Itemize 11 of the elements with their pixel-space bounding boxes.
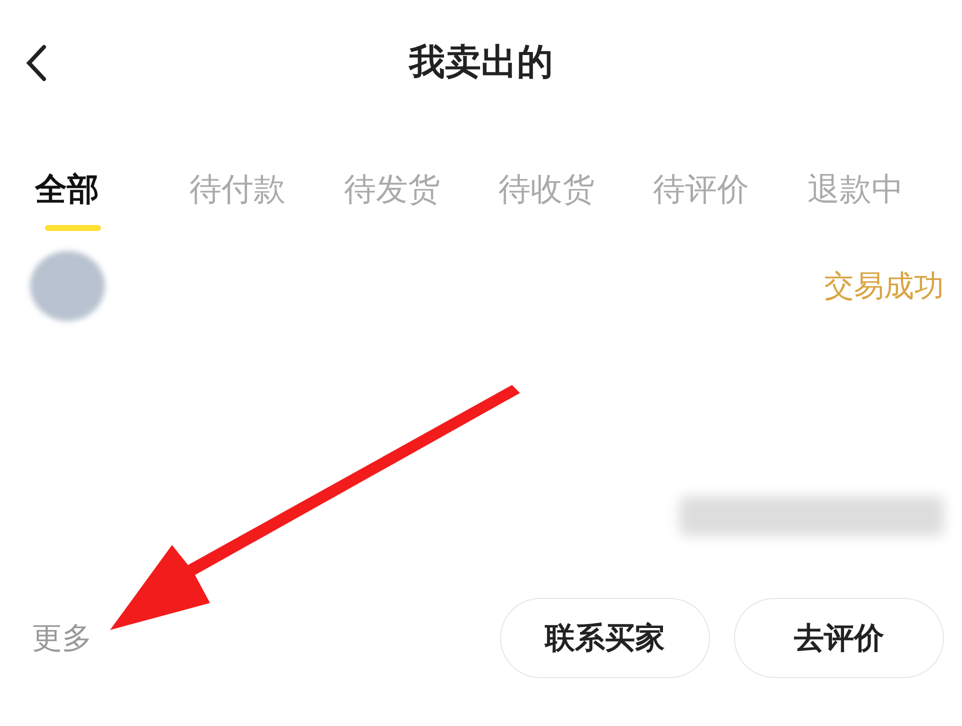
action-button[interactable]: 联系买家: [500, 598, 710, 678]
status-tab[interactable]: 退款中: [808, 165, 962, 231]
status-tab[interactable]: 全部: [35, 165, 190, 231]
more-link[interactable]: 更多: [32, 616, 92, 660]
status-tab[interactable]: 待付款: [190, 165, 344, 231]
status-tab[interactable]: 待发货: [344, 165, 498, 231]
status-tab[interactable]: 待评价: [653, 165, 808, 231]
status-tab[interactable]: 待收货: [498, 165, 653, 231]
order-status: 交易成功: [824, 268, 944, 306]
page-title: 我卖出的: [409, 40, 553, 84]
action-button[interactable]: 去评价: [734, 598, 944, 678]
